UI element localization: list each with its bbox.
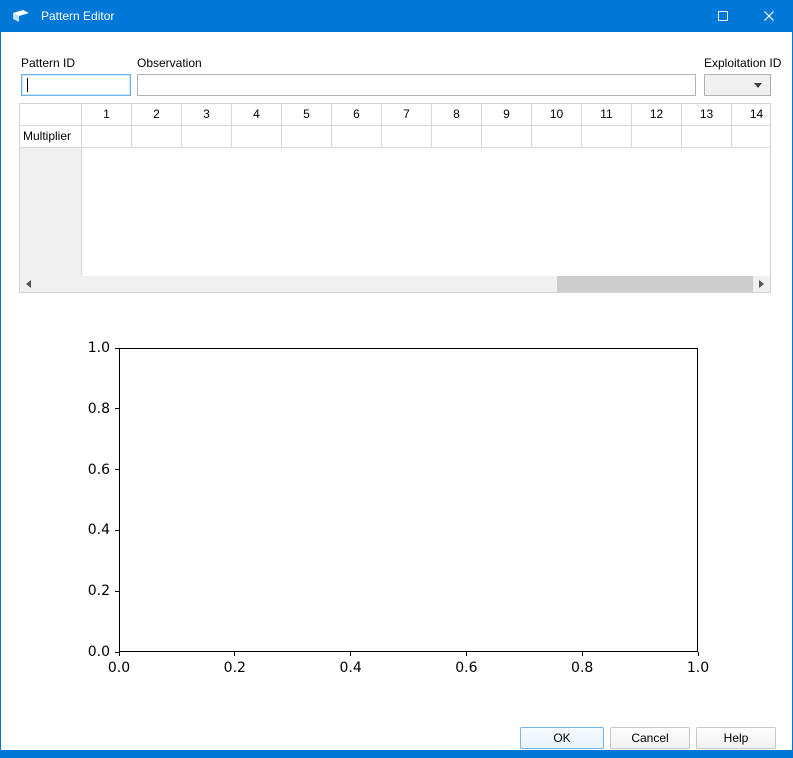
- multiplier-cell-9[interactable]: [482, 126, 532, 147]
- exploitation-id-label: Exploitation ID: [704, 56, 781, 70]
- x-axis-tick: [119, 652, 120, 656]
- dialog-buttons: OK Cancel Help: [520, 727, 776, 749]
- column-header-7[interactable]: 7: [382, 104, 432, 125]
- column-header-14[interactable]: 14: [732, 104, 771, 125]
- y-axis-tick-label: 0.8: [68, 401, 110, 417]
- column-header-11[interactable]: 11: [582, 104, 632, 125]
- x-axis-tick: [234, 652, 235, 656]
- chevron-down-icon: [754, 83, 762, 88]
- y-axis-tick-label: 0.2: [68, 583, 110, 599]
- pattern-id-label: Pattern ID: [21, 56, 75, 70]
- y-axis-tick: [115, 591, 119, 592]
- flag-icon: [12, 8, 30, 24]
- pattern-id-input[interactable]: [21, 74, 131, 96]
- column-header-5[interactable]: 5: [282, 104, 332, 125]
- maximize-button[interactable]: [700, 0, 746, 32]
- multiplier-table: 1234567891011121314 Multiplier: [19, 103, 771, 293]
- multiplier-cell-1[interactable]: [82, 126, 132, 147]
- observation-label: Observation: [137, 56, 202, 70]
- arrow-right-icon: [759, 280, 764, 288]
- multiplier-cell-8[interactable]: [432, 126, 482, 147]
- x-axis-tick-label: 0.0: [108, 660, 130, 676]
- column-header-6[interactable]: 6: [332, 104, 382, 125]
- window-bottom-border: [1, 750, 792, 758]
- column-header-13[interactable]: 13: [682, 104, 732, 125]
- y-axis-tick-label: 0.4: [68, 522, 110, 538]
- text-caret: [27, 78, 28, 92]
- multiplier-cell-10[interactable]: [532, 126, 582, 147]
- column-header-3[interactable]: 3: [182, 104, 232, 125]
- column-header-12[interactable]: 12: [632, 104, 682, 125]
- x-axis-tick-label: 0.2: [224, 660, 246, 676]
- table-corner-cell: [20, 104, 82, 125]
- multiplier-row: Multiplier: [20, 126, 770, 148]
- plot-area: [119, 348, 698, 652]
- column-header-4[interactable]: 4: [232, 104, 282, 125]
- y-axis-tick-label: 1.0: [68, 340, 110, 356]
- window-title: Pattern Editor: [41, 0, 114, 32]
- column-header-1[interactable]: 1: [82, 104, 132, 125]
- window-controls: [700, 0, 792, 32]
- table-empty-body: [20, 148, 770, 276]
- multiplier-cell-14[interactable]: [732, 126, 771, 147]
- multiplier-cell-11[interactable]: [582, 126, 632, 147]
- row-header-multiplier: Multiplier: [20, 126, 82, 147]
- table-header-row: 1234567891011121314: [20, 104, 770, 126]
- x-axis-tick: [466, 652, 467, 656]
- close-icon: [764, 11, 774, 21]
- x-axis-tick: [698, 652, 699, 656]
- x-axis-tick-label: 0.6: [455, 660, 477, 676]
- row-header-column-strip: [20, 148, 82, 276]
- y-axis-tick: [115, 652, 119, 653]
- arrow-left-icon: [26, 280, 31, 288]
- multiplier-cell-7[interactable]: [382, 126, 432, 147]
- cancel-button[interactable]: Cancel: [610, 727, 690, 749]
- multiplier-cell-4[interactable]: [232, 126, 282, 147]
- scrollbar-track[interactable]: [37, 276, 753, 292]
- y-axis-tick: [115, 408, 119, 409]
- exploitation-id-combobox[interactable]: [704, 74, 771, 96]
- close-button[interactable]: [746, 0, 792, 32]
- column-header-10[interactable]: 10: [532, 104, 582, 125]
- dialog-body: Pattern ID Observation Exploitation ID 1…: [1, 32, 792, 750]
- y-axis-tick: [115, 348, 119, 349]
- column-header-9[interactable]: 9: [482, 104, 532, 125]
- observation-input[interactable]: [137, 74, 696, 96]
- x-axis-tick-label: 1.0: [687, 660, 709, 676]
- maximize-icon: [718, 11, 728, 21]
- column-header-2[interactable]: 2: [132, 104, 182, 125]
- y-axis-tick: [115, 530, 119, 531]
- horizontal-scrollbar[interactable]: [20, 276, 770, 292]
- x-axis-tick-label: 0.4: [339, 660, 361, 676]
- x-axis-tick: [582, 652, 583, 656]
- y-axis-tick-label: 0.6: [68, 462, 110, 478]
- multiplier-chart: 0.0 0.2 0.4 0.6 0.8 1.0 0.0 0.2 0.4 0.6 0.8 1.0: [1, 295, 792, 705]
- column-header-8[interactable]: 8: [432, 104, 482, 125]
- multiplier-cell-2[interactable]: [132, 126, 182, 147]
- y-axis-tick: [115, 469, 119, 470]
- titlebar: Pattern Editor: [1, 0, 792, 32]
- multiplier-cell-13[interactable]: [682, 126, 732, 147]
- x-axis-tick-label: 0.8: [571, 660, 593, 676]
- multiplier-cell-3[interactable]: [182, 126, 232, 147]
- scrollbar-thumb[interactable]: [557, 276, 753, 292]
- x-axis-tick: [350, 652, 351, 656]
- scroll-right-button[interactable]: [753, 276, 770, 292]
- multiplier-cell-5[interactable]: [282, 126, 332, 147]
- y-axis-tick-label: 0.0: [68, 644, 110, 660]
- scroll-left-button[interactable]: [20, 276, 37, 292]
- multiplier-cell-12[interactable]: [632, 126, 682, 147]
- multiplier-cell-6[interactable]: [332, 126, 382, 147]
- ok-button[interactable]: OK: [520, 727, 604, 749]
- pattern-editor-window: Pattern Editor Pattern ID Observation Ex…: [0, 0, 793, 758]
- help-button[interactable]: Help: [696, 727, 776, 749]
